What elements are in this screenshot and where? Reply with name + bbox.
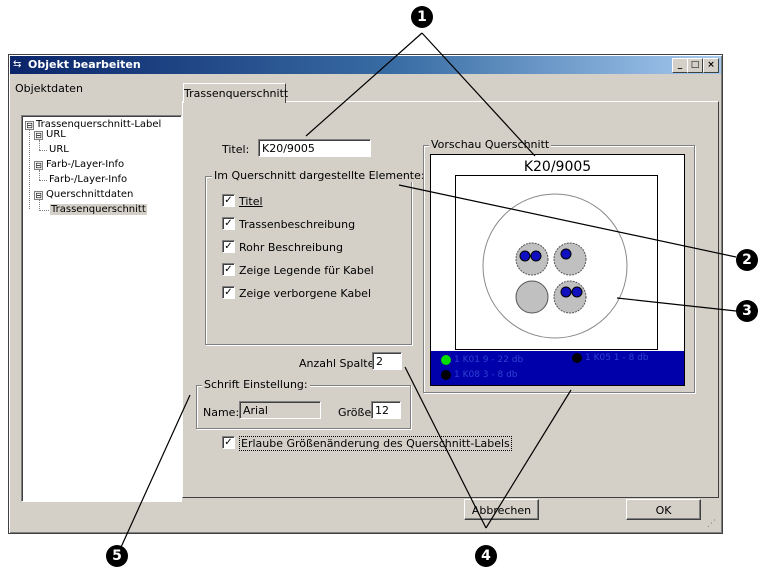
annotation-marker-4: 4	[475, 545, 497, 567]
annotation-marker-5: 5	[106, 545, 128, 567]
annotation-marker-2: 2	[736, 249, 758, 271]
annotation-marker-1: 1	[411, 6, 433, 28]
annotation-marker-3: 3	[736, 300, 758, 322]
callout-lines	[116, 32, 737, 557]
